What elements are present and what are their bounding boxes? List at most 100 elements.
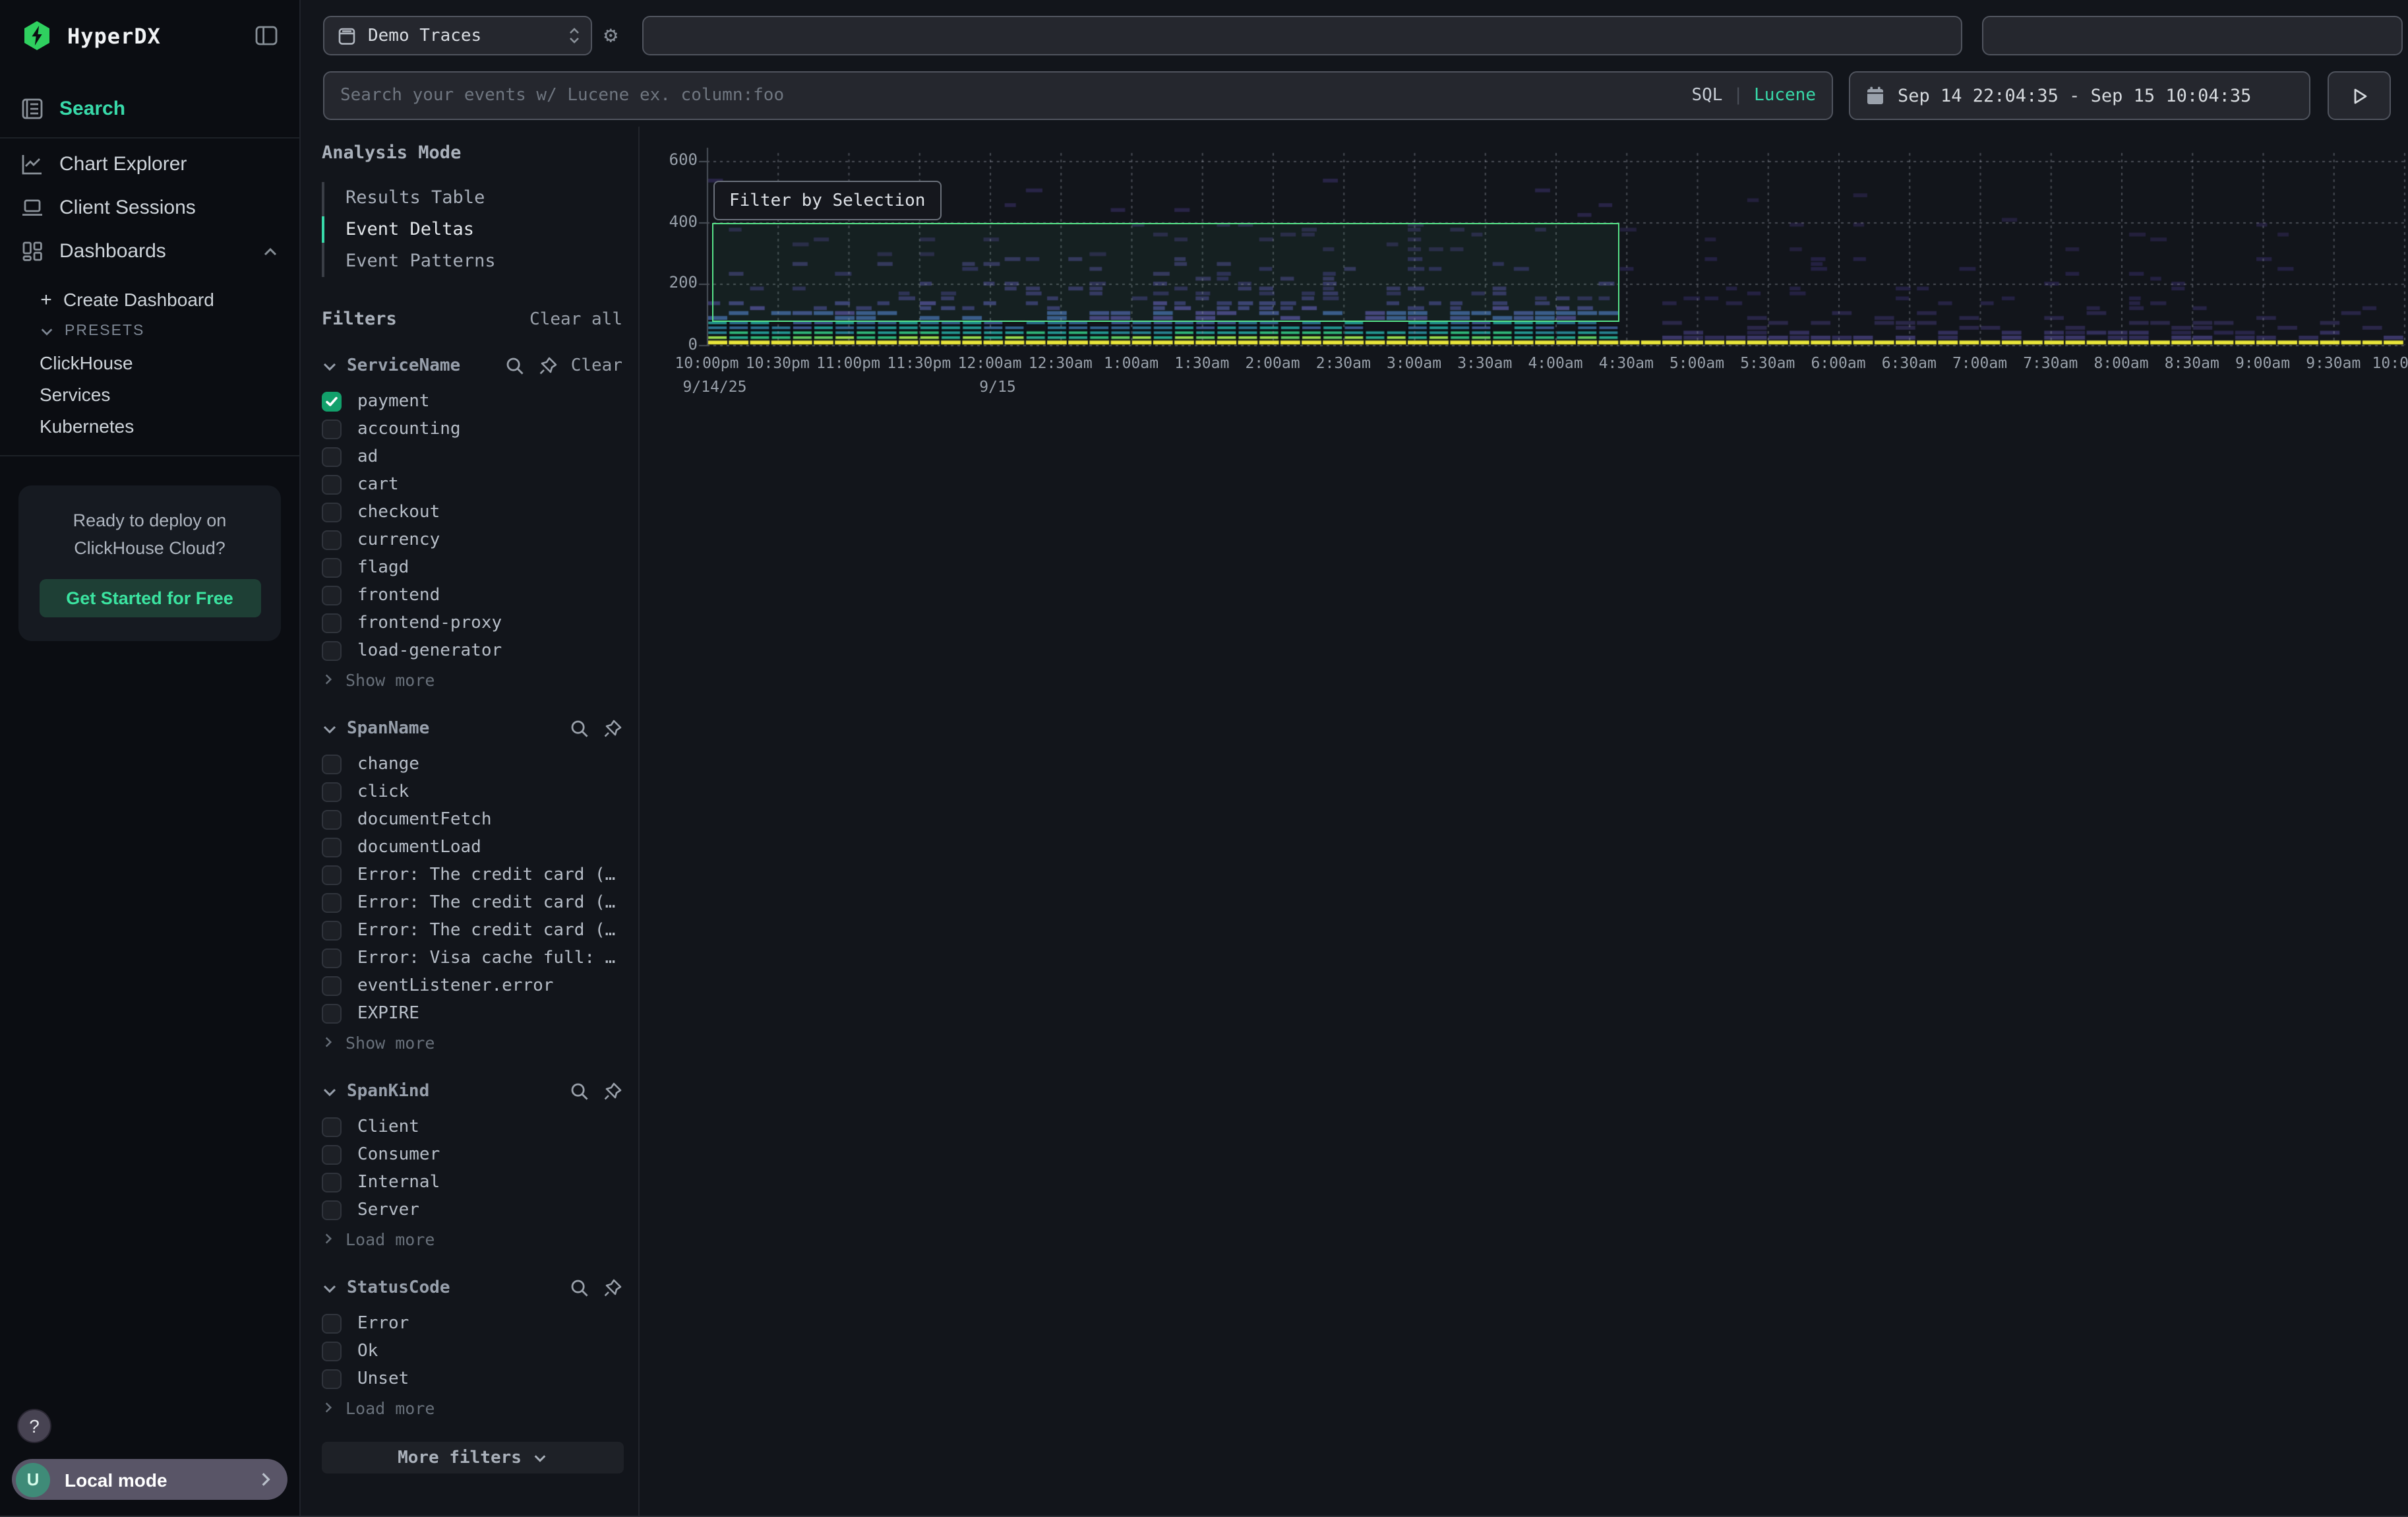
load-more-button[interactable]: Load more [322, 1225, 622, 1252]
checkbox[interactable] [322, 893, 342, 913]
filter-checkbox-item[interactable]: ad [322, 443, 622, 471]
checkbox[interactable] [322, 782, 342, 802]
search-icon[interactable] [570, 1278, 589, 1298]
checkbox[interactable] [322, 1369, 342, 1389]
filter-checkbox-item[interactable]: flagd [322, 554, 622, 582]
filter-checkbox-item[interactable]: Internal [322, 1169, 622, 1196]
chevron-down-icon[interactable] [322, 1280, 338, 1296]
filter-checkbox-item[interactable]: Error: The credit card (… [322, 889, 622, 917]
checkbox[interactable] [322, 1314, 342, 1334]
filter-checkbox-item[interactable]: change [322, 751, 622, 778]
filter-checkbox-item[interactable]: currency [322, 526, 622, 554]
chart-selection-region[interactable] [712, 222, 1619, 322]
checkbox[interactable] [322, 392, 342, 412]
clear-group-button[interactable]: Clear [571, 356, 622, 376]
search-icon[interactable] [570, 719, 589, 739]
filter-checkbox-item[interactable]: eventListener.error [322, 972, 622, 1000]
filter-checkbox-item[interactable]: EXPIRE [322, 1000, 622, 1028]
filter-checkbox-item[interactable]: checkout [322, 499, 622, 526]
chevron-down-icon[interactable] [322, 358, 338, 374]
create-dashboard-button[interactable]: + Create Dashboard [0, 284, 299, 315]
checkbox[interactable] [322, 921, 342, 941]
pin-icon[interactable] [603, 1278, 622, 1298]
search-input[interactable] [340, 86, 1691, 106]
sidebar-preset-item[interactable]: Kubernetes [0, 410, 299, 442]
clear-all-button[interactable]: Clear all [529, 310, 622, 330]
presets-toggle[interactable]: PRESETS [0, 315, 299, 347]
filter-checkbox-item[interactable]: Server [322, 1196, 622, 1224]
help-button[interactable]: ? [17, 1409, 51, 1443]
sidebar-item-dashboards[interactable]: Dashboards [0, 230, 299, 273]
sql-mode-button[interactable]: SQL [1691, 86, 1722, 106]
checkbox[interactable] [322, 475, 342, 495]
checkbox[interactable] [322, 755, 342, 774]
checkbox[interactable] [322, 447, 342, 467]
get-started-button[interactable]: Get Started for Free [39, 579, 260, 617]
checkbox[interactable] [322, 948, 342, 968]
checkbox[interactable] [322, 810, 342, 830]
checkbox[interactable] [322, 558, 342, 578]
filter-checkbox-item[interactable]: Ok [322, 1338, 622, 1365]
checkbox[interactable] [322, 1117, 342, 1137]
checkbox[interactable] [322, 641, 342, 661]
order-by-editor[interactable] [1982, 16, 2403, 55]
tab-results-table[interactable]: Results Table [324, 182, 622, 214]
checkbox[interactable] [322, 613, 342, 633]
more-filters-button[interactable]: More filters [322, 1442, 624, 1473]
checkbox[interactable] [322, 586, 342, 605]
panel-collapse-icon[interactable] [255, 24, 278, 47]
tab-event-deltas[interactable]: Event Deltas [324, 214, 622, 245]
filter-checkbox-item[interactable]: Unset [322, 1365, 622, 1393]
gear-icon[interactable]: ⚙ [604, 22, 618, 49]
sidebar-item-client-sessions[interactable]: Client Sessions [0, 186, 299, 230]
filter-checkbox-item[interactable]: Error: The credit card (… [322, 861, 622, 889]
filter-checkbox-item[interactable]: documentLoad [322, 834, 622, 861]
checkbox[interactable] [322, 503, 342, 522]
filter-checkbox-item[interactable]: cart [322, 471, 622, 499]
sidebar-preset-item[interactable]: ClickHouse [0, 347, 299, 379]
checkbox[interactable] [322, 1145, 342, 1165]
sql-select-editor[interactable] [642, 16, 1962, 55]
chevron-down-icon[interactable] [322, 721, 338, 737]
checkbox[interactable] [322, 1200, 342, 1220]
filter-checkbox-item[interactable]: Error [322, 1310, 622, 1338]
load-more-button[interactable]: Load more [322, 1394, 622, 1421]
pin-icon[interactable] [538, 356, 558, 376]
run-query-button[interactable] [2328, 71, 2391, 120]
date-range-picker[interactable]: Sep 14 22:04:35 - Sep 15 10:04:35 [1849, 71, 2310, 120]
sidebar-item-search[interactable]: Search [0, 80, 299, 139]
filter-checkbox-item[interactable]: Error: The credit card (… [322, 917, 622, 944]
pin-icon[interactable] [603, 719, 622, 739]
checkbox[interactable] [322, 1173, 342, 1192]
filter-by-selection-button[interactable]: Filter by Selection [713, 181, 941, 220]
checkbox[interactable] [322, 1004, 342, 1024]
filter-checkbox-item[interactable]: payment [322, 388, 622, 416]
source-select[interactable]: Demo Traces [323, 16, 592, 55]
show-more-button[interactable]: Show more [322, 1029, 622, 1055]
checkbox[interactable] [322, 976, 342, 996]
checkbox[interactable] [322, 838, 342, 857]
chevron-down-icon[interactable] [322, 1084, 338, 1099]
lucene-mode-button[interactable]: Lucene [1754, 86, 1816, 106]
checkbox[interactable] [322, 530, 342, 550]
show-more-button[interactable]: Show more [322, 666, 622, 693]
checkbox[interactable] [322, 865, 342, 885]
search-icon[interactable] [505, 356, 525, 376]
filter-checkbox-item[interactable]: documentFetch [322, 806, 622, 834]
filter-checkbox-item[interactable]: frontend [322, 582, 622, 609]
pin-icon[interactable] [603, 1082, 622, 1101]
filter-checkbox-item[interactable]: Error: Visa cache full: … [322, 944, 622, 972]
sidebar-preset-item[interactable]: Services [0, 379, 299, 410]
filter-checkbox-item[interactable]: click [322, 778, 622, 806]
filter-checkbox-item[interactable]: accounting [322, 416, 622, 443]
search-icon[interactable] [570, 1082, 589, 1101]
user-menu-button[interactable]: U Local mode [12, 1459, 287, 1500]
filter-checkbox-item[interactable]: frontend-proxy [322, 609, 622, 637]
filter-checkbox-item[interactable]: Consumer [322, 1141, 622, 1169]
sidebar-item-chart-explorer[interactable]: Chart Explorer [0, 142, 299, 186]
filter-checkbox-item[interactable]: Client [322, 1113, 622, 1141]
checkbox[interactable] [322, 1342, 342, 1361]
checkbox[interactable] [322, 419, 342, 439]
filter-checkbox-item[interactable]: load-generator [322, 637, 622, 665]
tab-event-patterns[interactable]: Event Patterns [324, 245, 622, 277]
